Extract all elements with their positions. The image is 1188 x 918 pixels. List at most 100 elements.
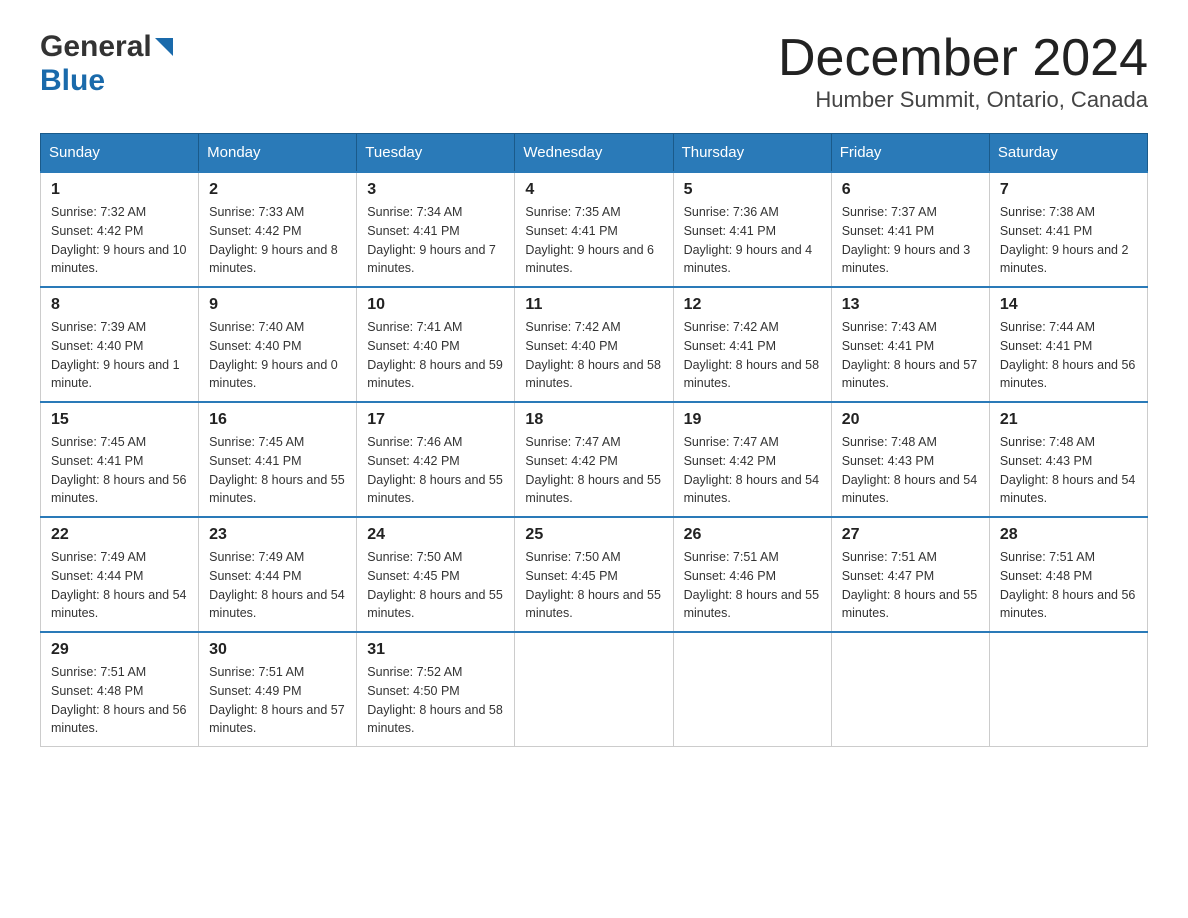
title-block: December 2024 Humber Summit, Ontario, Ca…: [778, 30, 1148, 113]
calendar-cell: 22 Sunrise: 7:49 AMSunset: 4:44 PMDayligh…: [41, 517, 199, 632]
day-number: 24: [367, 526, 504, 544]
calendar-cell: 1 Sunrise: 7:32 AMSunset: 4:42 PMDaylight…: [41, 172, 199, 287]
day-info: Sunrise: 7:35 AMSunset: 4:41 PMDaylight:…: [525, 203, 662, 278]
page-header: General Blue December 2024 Humber Summit…: [40, 30, 1148, 113]
day-number: 9: [209, 296, 346, 314]
day-number: 27: [842, 526, 979, 544]
day-number: 29: [51, 641, 188, 659]
day-number: 30: [209, 641, 346, 659]
day-header-row: SundayMondayTuesdayWednesdayThursdayFrid…: [41, 134, 1148, 173]
day-info: Sunrise: 7:48 AMSunset: 4:43 PMDaylight:…: [1000, 433, 1137, 508]
day-info: Sunrise: 7:45 AMSunset: 4:41 PMDaylight:…: [51, 433, 188, 508]
calendar-cell: 16 Sunrise: 7:45 AMSunset: 4:41 PMDayligh…: [199, 402, 357, 517]
calendar-cell: 14 Sunrise: 7:44 AMSunset: 4:41 PMDayligh…: [989, 287, 1147, 402]
day-info: Sunrise: 7:51 AMSunset: 4:48 PMDaylight:…: [1000, 548, 1137, 623]
day-number: 11: [525, 296, 662, 314]
calendar-cell: [673, 632, 831, 747]
day-info: Sunrise: 7:38 AMSunset: 4:41 PMDaylight:…: [1000, 203, 1137, 278]
day-info: Sunrise: 7:39 AMSunset: 4:40 PMDaylight:…: [51, 318, 188, 393]
day-info: Sunrise: 7:34 AMSunset: 4:41 PMDaylight:…: [367, 203, 504, 278]
calendar-cell: 18 Sunrise: 7:47 AMSunset: 4:42 PMDayligh…: [515, 402, 673, 517]
calendar-cell: 5 Sunrise: 7:36 AMSunset: 4:41 PMDaylight…: [673, 172, 831, 287]
day-header-tuesday: Tuesday: [357, 134, 515, 173]
calendar-cell: 9 Sunrise: 7:40 AMSunset: 4:40 PMDaylight…: [199, 287, 357, 402]
day-info: Sunrise: 7:50 AMSunset: 4:45 PMDaylight:…: [525, 548, 662, 623]
calendar-cell: 19Sunrise: 7:47 AMSunset: 4:42 PMDayligh…: [673, 402, 831, 517]
calendar-cell: 4 Sunrise: 7:35 AMSunset: 4:41 PMDaylight…: [515, 172, 673, 287]
day-info: Sunrise: 7:32 AMSunset: 4:42 PMDaylight:…: [51, 203, 188, 278]
calendar-cell: 26 Sunrise: 7:51 AMSunset: 4:46 PMDayligh…: [673, 517, 831, 632]
day-info: Sunrise: 7:51 AMSunset: 4:48 PMDaylight:…: [51, 663, 188, 738]
day-info: Sunrise: 7:51 AMSunset: 4:46 PMDaylight:…: [684, 548, 821, 623]
calendar-cell: 12Sunrise: 7:42 AMSunset: 4:41 PMDayligh…: [673, 287, 831, 402]
calendar-cell: 30 Sunrise: 7:51 AMSunset: 4:49 PMDayligh…: [199, 632, 357, 747]
calendar-cell: 27Sunrise: 7:51 AMSunset: 4:47 PMDayligh…: [831, 517, 989, 632]
day-info: Sunrise: 7:52 AMSunset: 4:50 PMDaylight:…: [367, 663, 504, 738]
day-info: Sunrise: 7:51 AMSunset: 4:49 PMDaylight:…: [209, 663, 346, 738]
calendar-cell: 29 Sunrise: 7:51 AMSunset: 4:48 PMDayligh…: [41, 632, 199, 747]
day-header-saturday: Saturday: [989, 134, 1147, 173]
calendar-cell: 25 Sunrise: 7:50 AMSunset: 4:45 PMDayligh…: [515, 517, 673, 632]
logo-blue-text: Blue: [40, 64, 105, 97]
calendar-cell: [515, 632, 673, 747]
day-number: 21: [1000, 411, 1137, 429]
day-number: 1: [51, 181, 188, 199]
day-number: 22: [51, 526, 188, 544]
day-number: 15: [51, 411, 188, 429]
day-info: Sunrise: 7:45 AMSunset: 4:41 PMDaylight:…: [209, 433, 346, 508]
day-header-wednesday: Wednesday: [515, 134, 673, 173]
day-number: 18: [525, 411, 662, 429]
week-row-3: 15 Sunrise: 7:45 AMSunset: 4:41 PMDayligh…: [41, 402, 1148, 517]
day-number: 17: [367, 411, 504, 429]
day-number: 4: [525, 181, 662, 199]
day-number: 31: [367, 641, 504, 659]
day-number: 28: [1000, 526, 1137, 544]
week-row-1: 1 Sunrise: 7:32 AMSunset: 4:42 PMDaylight…: [41, 172, 1148, 287]
calendar-cell: 24 Sunrise: 7:50 AMSunset: 4:45 PMDayligh…: [357, 517, 515, 632]
day-number: 26: [684, 526, 821, 544]
day-number: 23: [209, 526, 346, 544]
calendar-cell: 13 Sunrise: 7:43 AMSunset: 4:41 PMDayligh…: [831, 287, 989, 402]
calendar-cell: 2Sunrise: 7:33 AMSunset: 4:42 PMDaylight…: [199, 172, 357, 287]
day-header-thursday: Thursday: [673, 134, 831, 173]
day-info: Sunrise: 7:44 AMSunset: 4:41 PMDaylight:…: [1000, 318, 1137, 393]
calendar-cell: 3 Sunrise: 7:34 AMSunset: 4:41 PMDaylight…: [357, 172, 515, 287]
day-header-sunday: Sunday: [41, 134, 199, 173]
day-info: Sunrise: 7:43 AMSunset: 4:41 PMDaylight:…: [842, 318, 979, 393]
day-number: 19: [684, 411, 821, 429]
day-number: 25: [525, 526, 662, 544]
day-number: 16: [209, 411, 346, 429]
calendar-cell: 28 Sunrise: 7:51 AMSunset: 4:48 PMDayligh…: [989, 517, 1147, 632]
day-info: Sunrise: 7:47 AMSunset: 4:42 PMDaylight:…: [525, 433, 662, 508]
calendar-cell: 15 Sunrise: 7:45 AMSunset: 4:41 PMDayligh…: [41, 402, 199, 517]
calendar-cell: 17 Sunrise: 7:46 AMSunset: 4:42 PMDayligh…: [357, 402, 515, 517]
calendar-cell: 21 Sunrise: 7:48 AMSunset: 4:43 PMDayligh…: [989, 402, 1147, 517]
day-number: 10: [367, 296, 504, 314]
day-number: 3: [367, 181, 504, 199]
day-number: 12: [684, 296, 821, 314]
day-info: Sunrise: 7:42 AMSunset: 4:40 PMDaylight:…: [525, 318, 662, 393]
calendar-cell: 8 Sunrise: 7:39 AMSunset: 4:40 PMDaylight…: [41, 287, 199, 402]
calendar-cell: 6Sunrise: 7:37 AMSunset: 4:41 PMDaylight…: [831, 172, 989, 287]
day-number: 5: [684, 181, 821, 199]
day-info: Sunrise: 7:50 AMSunset: 4:45 PMDaylight:…: [367, 548, 504, 623]
day-number: 20: [842, 411, 979, 429]
day-info: Sunrise: 7:36 AMSunset: 4:41 PMDaylight:…: [684, 203, 821, 278]
logo: General Blue: [40, 30, 173, 98]
calendar-cell: 20Sunrise: 7:48 AMSunset: 4:43 PMDayligh…: [831, 402, 989, 517]
day-number: 7: [1000, 181, 1137, 199]
calendar-cell: 11 Sunrise: 7:42 AMSunset: 4:40 PMDayligh…: [515, 287, 673, 402]
day-info: Sunrise: 7:49 AMSunset: 4:44 PMDaylight:…: [51, 548, 188, 623]
day-number: 13: [842, 296, 979, 314]
calendar-table: SundayMondayTuesdayWednesdayThursdayFrid…: [40, 133, 1148, 747]
logo-triangle-icon: [155, 38, 173, 61]
day-number: 6: [842, 181, 979, 199]
week-row-5: 29 Sunrise: 7:51 AMSunset: 4:48 PMDayligh…: [41, 632, 1148, 747]
day-info: Sunrise: 7:41 AMSunset: 4:40 PMDaylight:…: [367, 318, 504, 393]
day-info: Sunrise: 7:40 AMSunset: 4:40 PMDaylight:…: [209, 318, 346, 393]
day-number: 14: [1000, 296, 1137, 314]
day-number: 8: [51, 296, 188, 314]
day-number: 2: [209, 181, 346, 199]
day-info: Sunrise: 7:46 AMSunset: 4:42 PMDaylight:…: [367, 433, 504, 508]
calendar-cell: [831, 632, 989, 747]
